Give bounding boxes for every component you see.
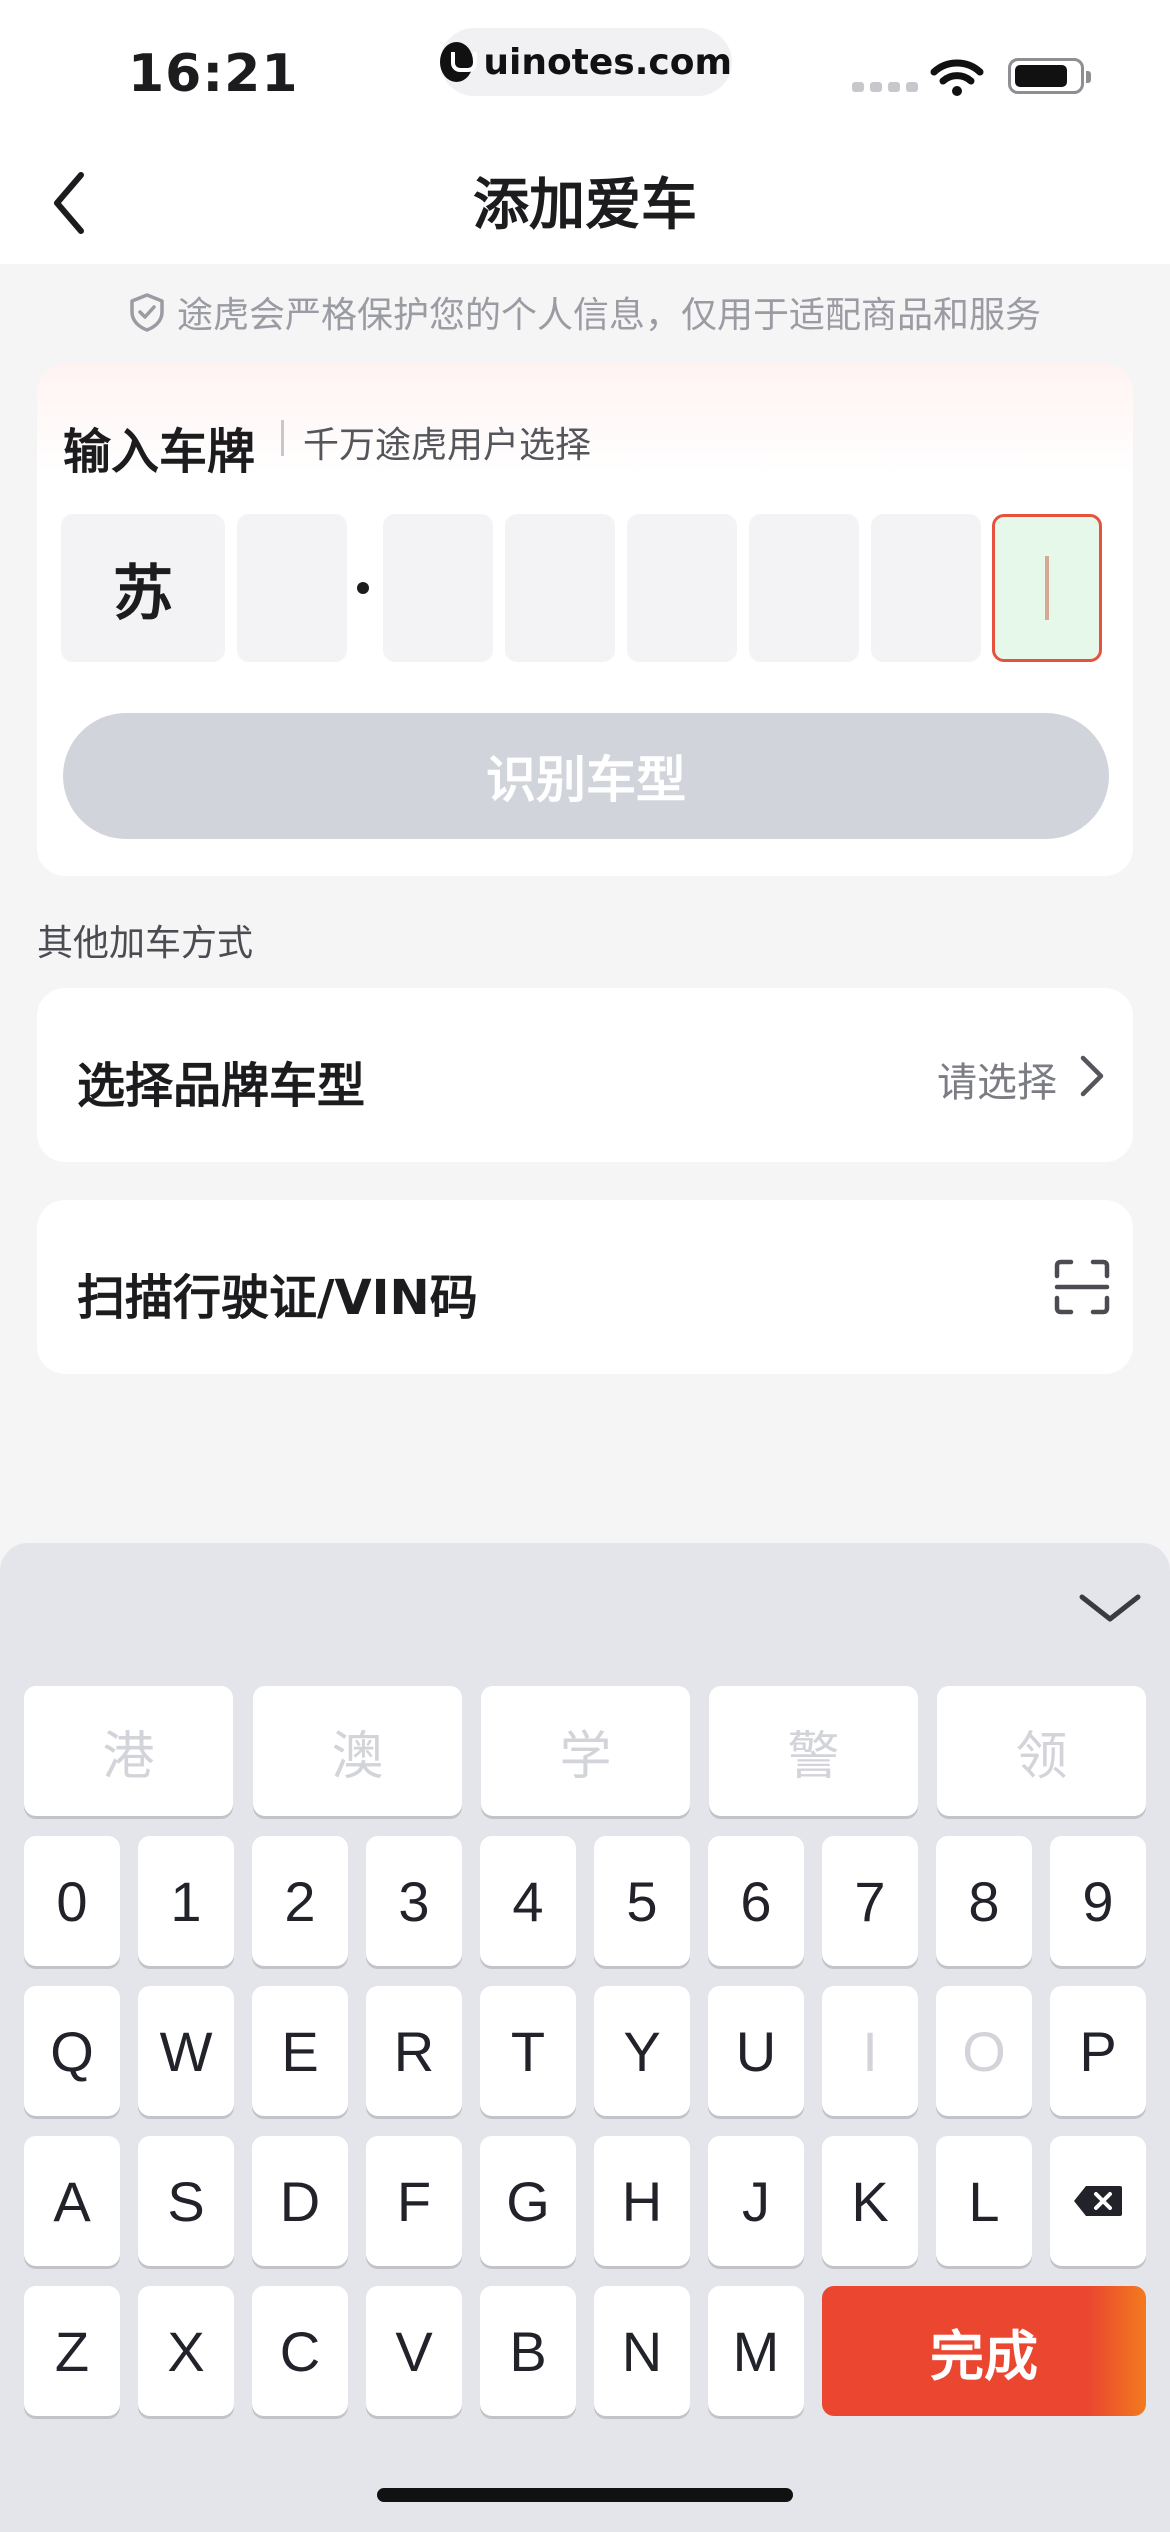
select-brand-label: 选择品牌车型 bbox=[77, 1058, 366, 1114]
key-digit[interactable]: 2 bbox=[252, 1836, 348, 1966]
key-letter[interactable]: N bbox=[594, 2286, 690, 2416]
keyboard-collapse-icon[interactable] bbox=[1070, 1583, 1150, 1633]
plate-char-box[interactable] bbox=[383, 514, 493, 662]
key-letter[interactable]: L bbox=[936, 2136, 1032, 2266]
select-brand-value: 请选择 bbox=[937, 1060, 1057, 1106]
plate-card-subtitle: 千万途虎用户选择 bbox=[303, 425, 592, 466]
chevron-right-icon bbox=[1080, 1055, 1104, 1097]
key-letter[interactable]: R bbox=[366, 1986, 462, 2116]
key-special: 学 bbox=[481, 1686, 690, 1816]
privacy-note: 途虎会严格保护您的个人信息，仅用于适配商品和服务 bbox=[0, 286, 1170, 338]
key-letter[interactable]: H bbox=[594, 2136, 690, 2266]
key-letter[interactable]: B bbox=[480, 2286, 576, 2416]
plate-input-card: 输入车牌 千万途虎用户选择 苏 识别车型 bbox=[37, 364, 1133, 876]
key-digit[interactable]: 5 bbox=[594, 1836, 690, 1966]
key-letter[interactable]: K bbox=[822, 2136, 918, 2266]
privacy-text: 途虎会严格保护您的个人信息，仅用于适配商品和服务 bbox=[176, 295, 1041, 336]
text-cursor bbox=[1045, 556, 1049, 620]
plate-keyboard: 港 澳 学 警 领 0 1 2 3 4 5 6 7 8 9 Q W E R T … bbox=[0, 1543, 1170, 2532]
scan-license-label: 扫描行驶证/VIN码 bbox=[77, 1270, 478, 1326]
key-letter[interactable]: Y bbox=[594, 1986, 690, 2116]
key-letter[interactable]: P bbox=[1050, 1986, 1146, 2116]
key-letter[interactable]: T bbox=[480, 1986, 576, 2116]
key-digit[interactable]: 8 bbox=[936, 1836, 1032, 1966]
cellular-signal-icon bbox=[852, 82, 918, 92]
key-letter[interactable]: Z bbox=[24, 2286, 120, 2416]
key-special: 领 bbox=[937, 1686, 1146, 1816]
plate-char-box[interactable] bbox=[749, 514, 859, 662]
key-letter[interactable]: G bbox=[480, 2136, 576, 2266]
key-letter[interactable]: D bbox=[252, 2136, 348, 2266]
key-letter-disabled: I bbox=[822, 1986, 918, 2116]
key-digit[interactable]: 1 bbox=[138, 1836, 234, 1966]
key-special: 澳 bbox=[253, 1686, 462, 1816]
key-letter[interactable]: V bbox=[366, 2286, 462, 2416]
key-special: 警 bbox=[709, 1686, 918, 1816]
key-letter[interactable]: F bbox=[366, 2136, 462, 2266]
select-brand-row[interactable]: 选择品牌车型 请选择 bbox=[37, 988, 1133, 1162]
plate-char-box[interactable] bbox=[237, 514, 347, 662]
backspace-icon bbox=[1074, 2186, 1122, 2216]
key-letter[interactable]: X bbox=[138, 2286, 234, 2416]
site-logo-icon bbox=[440, 42, 478, 82]
plate-char-box[interactable] bbox=[627, 514, 737, 662]
key-digit[interactable]: 3 bbox=[366, 1836, 462, 1966]
done-button[interactable]: 完成 bbox=[822, 2286, 1146, 2416]
battery-icon bbox=[1008, 58, 1091, 94]
nav-bar: 添加爱车 bbox=[0, 140, 1170, 264]
plate-char-box[interactable] bbox=[871, 514, 981, 662]
shield-check-icon bbox=[130, 293, 164, 332]
status-time: 16:21 bbox=[128, 44, 299, 104]
key-letter[interactable]: Q bbox=[24, 1986, 120, 2116]
key-digit[interactable]: 7 bbox=[822, 1836, 918, 1966]
backspace-key[interactable] bbox=[1050, 2136, 1146, 2266]
key-digit[interactable]: 9 bbox=[1050, 1836, 1146, 1966]
plate-char-box-active[interactable] bbox=[992, 514, 1102, 662]
key-letter[interactable]: A bbox=[24, 2136, 120, 2266]
key-letter[interactable]: J bbox=[708, 2136, 804, 2266]
plate-separator-dot bbox=[357, 582, 369, 594]
plate-char-box[interactable] bbox=[505, 514, 615, 662]
other-methods-label: 其他加车方式 bbox=[37, 923, 254, 964]
url-pill[interactable]: uinotes.com bbox=[440, 28, 732, 96]
key-letter[interactable]: M bbox=[708, 2286, 804, 2416]
key-digit[interactable]: 4 bbox=[480, 1836, 576, 1966]
plate-char-province[interactable]: 苏 bbox=[61, 514, 225, 662]
key-digit[interactable]: 0 bbox=[24, 1836, 120, 1966]
title-divider bbox=[281, 420, 284, 456]
key-letter[interactable]: E bbox=[252, 1986, 348, 2116]
identify-model-button[interactable]: 识别车型 bbox=[63, 713, 1109, 839]
page-title: 添加爱车 bbox=[473, 173, 697, 238]
wifi-icon bbox=[930, 59, 984, 96]
scan-icon bbox=[1054, 1259, 1110, 1315]
key-digit[interactable]: 6 bbox=[708, 1836, 804, 1966]
plate-card-title: 输入车牌 bbox=[63, 424, 256, 480]
key-letter[interactable]: W bbox=[138, 1986, 234, 2116]
key-letter[interactable]: S bbox=[138, 2136, 234, 2266]
key-letter-disabled: O bbox=[936, 1986, 1032, 2116]
key-special: 港 bbox=[24, 1686, 233, 1816]
home-indicator bbox=[377, 2488, 793, 2502]
key-letter[interactable]: C bbox=[252, 2286, 348, 2416]
url-text: uinotes.com bbox=[483, 41, 732, 83]
key-letter[interactable]: U bbox=[708, 1986, 804, 2116]
status-bar: 16:21 uinotes.com bbox=[0, 0, 1170, 140]
scan-license-row[interactable]: 扫描行驶证/VIN码 bbox=[37, 1200, 1133, 1374]
